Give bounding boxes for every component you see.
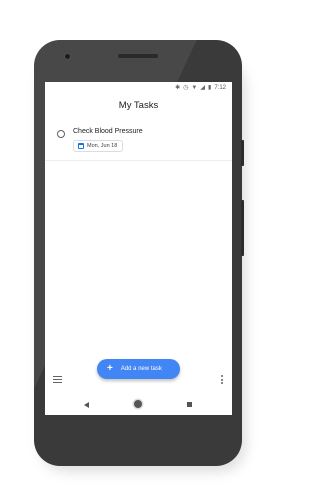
task-item[interactable]: Check Blood Pressure Mon, Jun 18 xyxy=(45,120,232,158)
signal-icon: ◢ xyxy=(200,85,205,91)
bluetooth-icon: ✱ xyxy=(175,85,181,91)
task-due-date: Mon, Jun 18 xyxy=(87,143,118,149)
battery-icon: ▮ xyxy=(208,85,212,91)
status-bar: ✱ ◷ ▼ ◢ ▮ 7:12 xyxy=(45,82,232,94)
plus-icon: + xyxy=(107,363,113,374)
volume-button xyxy=(241,200,244,256)
list-divider xyxy=(45,160,232,161)
calendar-icon xyxy=(78,143,84,149)
phone-screen: ✱ ◷ ▼ ◢ ▮ 7:12 My Tasks Check Blood Pres… xyxy=(45,82,232,415)
more-vert-icon[interactable] xyxy=(221,375,223,384)
home-icon[interactable] xyxy=(134,400,142,408)
page-title: My Tasks xyxy=(118,100,159,111)
back-icon[interactable] xyxy=(84,402,89,408)
add-task-label: Add a new task xyxy=(120,366,162,372)
power-button xyxy=(241,140,244,166)
alarm-icon: ◷ xyxy=(183,85,189,91)
add-task-button[interactable]: + Add a new task xyxy=(97,359,180,379)
menu-icon[interactable] xyxy=(53,376,62,383)
wifi-icon: ▼ xyxy=(191,85,198,91)
stage: ✱ ◷ ▼ ◢ ▮ 7:12 My Tasks Check Blood Pres… xyxy=(0,0,278,500)
task-title[interactable]: Check Blood Pressure xyxy=(73,128,143,135)
status-time: 7:12 xyxy=(214,85,226,91)
task-complete-checkbox[interactable] xyxy=(57,130,65,138)
system-nav-bar xyxy=(45,395,232,415)
task-due-date-chip[interactable]: Mon, Jun 18 xyxy=(73,140,124,152)
earpiece-speaker xyxy=(118,54,158,58)
front-camera-icon xyxy=(64,53,71,60)
recents-icon[interactable] xyxy=(187,402,192,407)
